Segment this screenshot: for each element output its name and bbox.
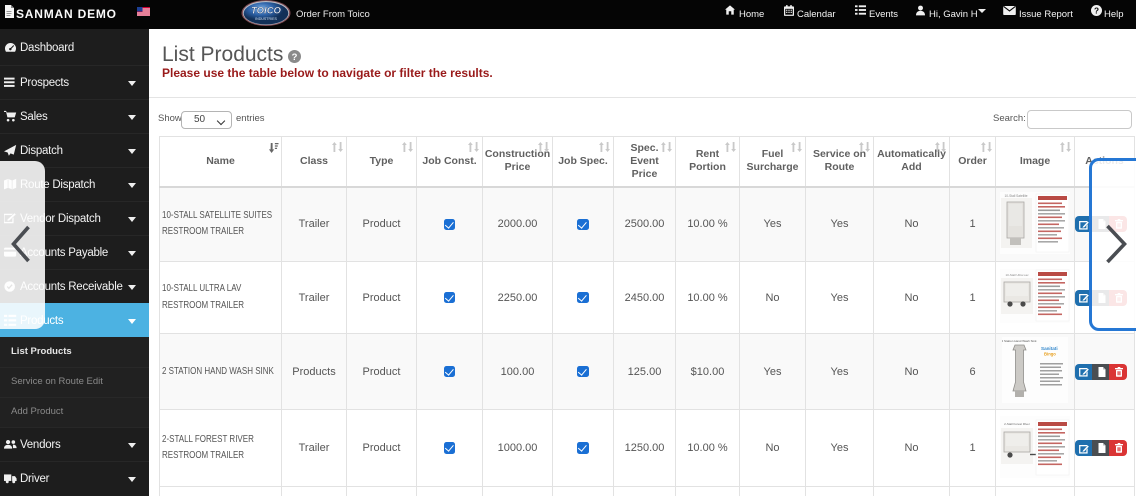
svg-text:?: ? [292,52,298,63]
svg-text:Sanitati: Sanitati [1041,346,1058,351]
svg-text:TOICO: TOICO [251,6,282,17]
svg-text:INDUSTRIES: INDUSTRIES [255,17,277,21]
svg-text:2 Station Hand Wash Sink: 2 Station Hand Wash Sink [1002,339,1037,343]
svg-text:Bingo: Bingo [1044,352,1056,357]
svg-text:?: ? [1094,6,1099,15]
svg-text:2-Stall Forest River: 2-Stall Forest River [1004,422,1030,426]
svg-text:10-Stall Ultra Lav: 10-Stall Ultra Lav [1005,273,1029,277]
svg-text:10-Stall Satellite: 10-Stall Satellite [1004,194,1027,198]
